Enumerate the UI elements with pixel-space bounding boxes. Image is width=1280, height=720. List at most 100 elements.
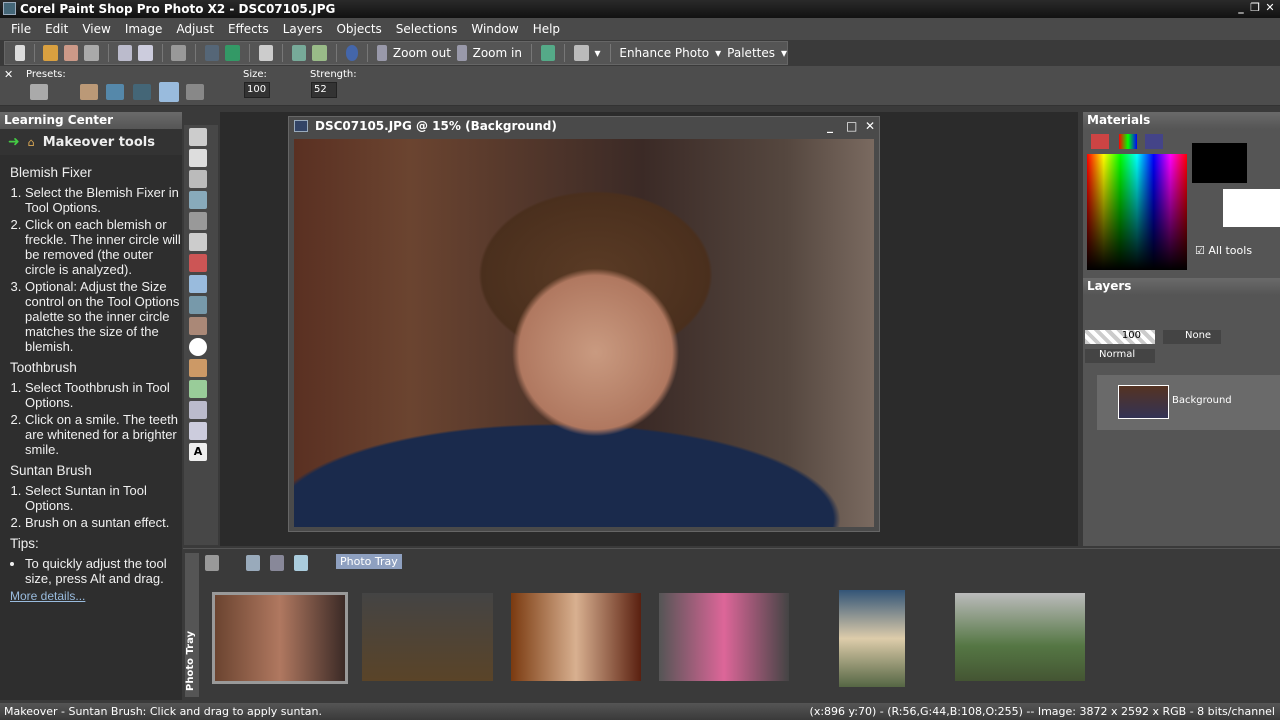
presets-label: Presets: xyxy=(26,69,66,80)
learning-center-icon[interactable] xyxy=(540,45,556,61)
save-as-icon[interactable] xyxy=(138,45,153,61)
pan-tool-icon[interactable] xyxy=(189,128,207,146)
color-replacer-icon[interactable] xyxy=(189,422,207,440)
mask-dropdown[interactable]: None xyxy=(1163,330,1221,344)
paint-brush-icon[interactable] xyxy=(189,317,207,335)
photo-canvas[interactable] xyxy=(294,139,874,527)
restore-button[interactable]: ❐ xyxy=(1248,1,1262,15)
section-title: Makeover tools xyxy=(42,134,155,150)
image-window-title: DSC07105.JPG @ 15% (Background) xyxy=(315,119,557,133)
clone-tool-icon[interactable] xyxy=(189,296,207,314)
image-icon xyxy=(294,120,308,132)
size-input[interactable]: 100 xyxy=(244,82,270,98)
one-step-fix-icon[interactable] xyxy=(291,45,307,61)
eye-drop-icon[interactable] xyxy=(133,84,151,100)
pick-tool-icon[interactable] xyxy=(189,149,207,167)
menu-effects[interactable]: Effects xyxy=(221,22,276,36)
blemish-fixer-icon[interactable] xyxy=(80,84,98,100)
menu-file[interactable]: File xyxy=(4,22,38,36)
menu-bar: File Edit View Image Adjust Effects Layers Obje… xyxy=(0,18,1280,40)
straighten-tool-icon[interactable] xyxy=(189,233,207,251)
photo-tray-side-label: Photo Tray xyxy=(185,553,199,697)
info-icon[interactable] xyxy=(345,45,359,61)
menu-view[interactable]: View xyxy=(75,22,117,36)
menu-selections[interactable]: Selections xyxy=(389,22,465,36)
toothbrush-icon[interactable] xyxy=(106,84,124,100)
redo-icon[interactable] xyxy=(225,45,240,61)
enhance-photo-menu[interactable]: Enhance Photo xyxy=(619,46,709,60)
thumbnail[interactable] xyxy=(362,593,493,681)
swatches-tab-icon[interactable] xyxy=(1145,134,1163,149)
photo-tray-tab[interactable]: Photo Tray xyxy=(336,554,402,569)
color-picker[interactable] xyxy=(1087,154,1187,270)
minimize-button[interactable]: _ xyxy=(1234,1,1248,15)
blend-mode-dropdown[interactable]: Normal xyxy=(1085,349,1155,363)
close-icon[interactable]: ✕ xyxy=(4,68,13,81)
menu-window[interactable]: Window xyxy=(464,22,525,36)
makeover-tool-icon[interactable] xyxy=(189,275,207,293)
suntan-icon[interactable] xyxy=(159,82,179,102)
new-icon[interactable] xyxy=(15,45,25,61)
undo-icon[interactable] xyxy=(204,45,220,61)
strength-input[interactable]: 52 xyxy=(311,82,337,98)
dropper-tool-icon[interactable] xyxy=(189,191,207,209)
rainbow-tab-icon[interactable] xyxy=(1119,134,1137,149)
status-message: Makeover - Suntan Brush: Click and drag … xyxy=(4,705,322,718)
maximize-button[interactable]: □ xyxy=(846,117,857,135)
close-button[interactable]: ✕ xyxy=(865,117,875,135)
back-arrow-icon[interactable]: ➜ xyxy=(8,134,20,150)
add-photos-icon[interactable] xyxy=(246,555,260,571)
opacity-slider[interactable]: 100 xyxy=(1085,330,1155,344)
step: Select Toothbrush in Tool Options. xyxy=(25,380,182,410)
status-image-info: (x:896 y:70) - (R:56,G:44,B:108,O:255) -… xyxy=(809,705,1275,718)
zoom-out-button[interactable]: Zoom out xyxy=(393,46,451,60)
eraser-tool-icon[interactable] xyxy=(189,380,207,398)
frame-tab-icon[interactable] xyxy=(1091,134,1109,149)
thinify-icon[interactable] xyxy=(186,84,204,100)
fill-tool-icon[interactable] xyxy=(189,401,207,419)
menu-layers[interactable]: Layers xyxy=(276,22,330,36)
thumbnail[interactable] xyxy=(511,593,641,681)
layer-row[interactable]: Background xyxy=(1097,375,1280,430)
more-details-link[interactable]: More details... xyxy=(10,589,85,603)
menu-edit[interactable]: Edit xyxy=(38,22,75,36)
zoom-out-icon xyxy=(377,45,387,61)
selection-tool-icon[interactable] xyxy=(189,170,207,188)
red-eye-tool-icon[interactable] xyxy=(189,254,207,272)
thumbnail[interactable] xyxy=(839,590,905,687)
screen-capture-icon[interactable] xyxy=(258,45,273,61)
thumbnail[interactable] xyxy=(659,593,789,681)
home-icon[interactable]: ⌂ xyxy=(28,136,35,149)
thumbnail[interactable] xyxy=(955,593,1085,681)
dodge-tool-icon[interactable] xyxy=(189,338,207,356)
menu-help[interactable]: Help xyxy=(526,22,567,36)
close-button[interactable]: ✕ xyxy=(1263,1,1277,15)
remove-photos-icon[interactable] xyxy=(270,555,284,571)
all-tools-checkbox[interactable]: ☑ All tools xyxy=(1195,244,1252,257)
slideshow-icon[interactable] xyxy=(294,555,308,571)
workspace-icon[interactable] xyxy=(574,45,589,61)
strength-label: Strength: xyxy=(310,69,357,80)
step: Click on each blemish or freckle. The in… xyxy=(25,217,182,277)
background-swatch[interactable] xyxy=(1223,189,1280,227)
settings-icon[interactable] xyxy=(205,555,219,571)
crop-tool-icon[interactable] xyxy=(189,212,207,230)
smudge-tool-icon[interactable] xyxy=(189,359,207,377)
minimize-button[interactable]: _ xyxy=(827,117,833,135)
palettes-menu[interactable]: Palettes xyxy=(727,46,775,60)
open-icon[interactable] xyxy=(43,45,58,61)
menu-objects[interactable]: Objects xyxy=(329,22,388,36)
menu-image[interactable]: Image xyxy=(118,22,170,36)
group-heading: Suntan Brush xyxy=(10,463,92,478)
presets-dropdown[interactable] xyxy=(30,84,48,100)
zoom-in-button[interactable]: Zoom in xyxy=(473,46,522,60)
menu-adjust[interactable]: Adjust xyxy=(169,22,221,36)
smart-fix-icon[interactable] xyxy=(312,45,327,61)
browse-icon[interactable] xyxy=(63,45,79,61)
save-icon[interactable] xyxy=(117,45,133,61)
foreground-swatch[interactable] xyxy=(1192,143,1247,183)
text-tool-icon[interactable]: A xyxy=(189,443,207,461)
email-icon[interactable] xyxy=(171,45,186,61)
thumbnail[interactable] xyxy=(212,592,348,684)
print-icon[interactable] xyxy=(84,45,99,61)
